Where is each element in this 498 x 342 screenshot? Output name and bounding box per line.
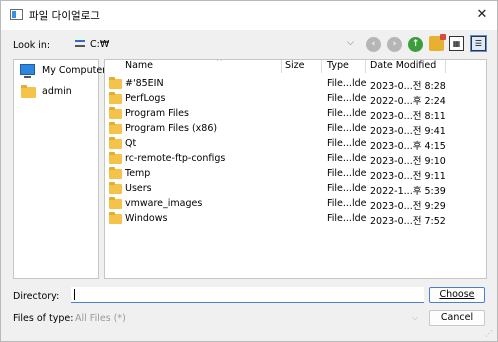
file-name: Temp	[125, 168, 151, 179]
file-dialog-window: 파일 다이얼로그 ✕ Look in: C:₩ ⌵ ‹ › ↑ ▦ ☰ My C…	[0, 0, 498, 342]
column-header-type[interactable]: Type	[327, 60, 349, 73]
file-list[interactable]: Name ^ Size Type Date Modified #'85EIN F…	[104, 59, 487, 279]
file-row[interactable]: Qt File...lder 2023-0...후 4:15	[105, 137, 486, 152]
list-view-button[interactable]: ▦	[449, 36, 464, 51]
folder-icon	[109, 152, 122, 164]
sidebar: My Computer admin	[13, 59, 106, 279]
chevron-down-icon[interactable]: ⌵	[347, 38, 354, 48]
file-type: File...lder	[327, 78, 367, 89]
files-of-type-label: Files of type:	[13, 313, 74, 324]
folder-icon	[109, 197, 122, 209]
cancel-button[interactable]: Cancel	[429, 310, 485, 326]
column-separator[interactable]	[445, 60, 446, 73]
directory-label: Directory:	[13, 291, 60, 302]
look-in-combobox[interactable]: C:₩	[71, 36, 359, 53]
column-separator[interactable]	[281, 60, 282, 73]
file-date: 2023-0...전 9:10	[370, 156, 446, 167]
folder-icon	[109, 137, 122, 149]
file-date: 2023-0...전 7:52	[370, 216, 446, 227]
file-type: File...lder	[327, 123, 367, 134]
file-type: File...lder	[327, 138, 367, 149]
file-name: rc-remote-ftp-configs	[125, 153, 226, 164]
file-type: File...lder	[327, 213, 367, 224]
files-of-type-combobox[interactable]: All Files (*) ⌵	[71, 310, 424, 326]
column-header-name[interactable]: Name	[125, 60, 153, 73]
file-date: 2022-0...후 2:24	[370, 96, 446, 107]
sidebar-item-label: My Computer	[42, 65, 107, 76]
folder-icon	[109, 107, 122, 119]
column-header-size[interactable]: Size	[285, 60, 305, 73]
file-row[interactable]: rc-remote-ftp-configs File...lder 2023-0…	[105, 152, 486, 167]
file-name: Windows	[125, 213, 168, 224]
files-of-type-value: All Files (*)	[75, 313, 126, 324]
file-row[interactable]: vmware_images File...lder 2023-0...전 9:2…	[105, 197, 486, 212]
folder-icon	[109, 212, 122, 224]
file-row[interactable]: PerfLogs File...lder 2022-0...후 2:24	[105, 92, 486, 107]
parent-directory-button[interactable]: ↑	[408, 37, 423, 52]
title-bar: 파일 다이얼로그 ✕	[1, 1, 497, 30]
file-name: Program Files (x86)	[125, 123, 218, 134]
column-separator[interactable]	[321, 60, 322, 73]
text-caret	[74, 289, 75, 300]
close-button[interactable]: ✕	[469, 2, 495, 28]
file-row[interactable]: Program Files File...lder 2023-0...전 8:1…	[105, 107, 486, 122]
chevron-down-icon: ⌵	[411, 313, 418, 322]
file-row[interactable]: Users File...lder 2022-1...후 5:39	[105, 182, 486, 197]
look-in-label: Look in:	[13, 40, 51, 51]
look-in-value: C:₩	[90, 39, 110, 50]
file-row[interactable]: Temp File...lder 2023-0...전 9:11	[105, 167, 486, 182]
sidebar-item-label: admin	[42, 86, 72, 97]
file-date: 2023-0...전 8:11	[370, 111, 446, 122]
folder-icon	[109, 182, 122, 194]
column-separator[interactable]	[365, 60, 366, 73]
file-date: 2023-0...전 9:11	[370, 171, 446, 182]
file-type: File...lder	[327, 183, 367, 194]
choose-button[interactable]: Choose	[429, 287, 485, 303]
column-header-date-modified[interactable]: Date Modified	[370, 60, 436, 73]
file-date: 2023-0...전 8:28	[370, 81, 446, 92]
folder-icon	[109, 167, 122, 179]
file-name: Qt	[125, 138, 137, 149]
file-name: #'85EIN	[125, 78, 164, 89]
sort-ascending-icon: ^	[216, 59, 223, 66]
file-type: File...lder	[327, 93, 367, 104]
file-date: 2023-0...전 9:41	[370, 126, 446, 137]
choose-button-label: Choose	[439, 289, 475, 300]
file-type: File...lder	[327, 168, 367, 179]
drive-icon	[75, 40, 85, 47]
folder-icon	[109, 77, 122, 89]
file-row[interactable]: Windows File...lder 2023-0...전 7:52	[105, 212, 486, 227]
file-date: 2023-0...후 4:15	[370, 141, 446, 152]
forward-button[interactable]: ›	[387, 37, 402, 52]
back-button[interactable]: ‹	[366, 37, 381, 52]
file-name: Users	[125, 183, 152, 194]
file-name: vmware_images	[125, 198, 203, 209]
folder-icon	[109, 92, 122, 104]
file-type: File...lder	[327, 198, 367, 209]
computer-icon	[20, 64, 35, 78]
file-row[interactable]: Program Files (x86) File...lder 2023-0..…	[105, 122, 486, 137]
window-icon	[10, 9, 23, 20]
file-name: PerfLogs	[125, 93, 166, 104]
new-folder-button[interactable]	[429, 34, 446, 51]
folder-icon	[21, 85, 36, 98]
file-date: 2022-1...후 5:39	[370, 186, 446, 197]
file-type: File...lder	[327, 153, 367, 164]
detail-view-button[interactable]: ☰	[470, 35, 487, 52]
folder-icon	[109, 122, 122, 134]
resize-grip-icon[interactable]: ⋰	[485, 329, 493, 338]
directory-input[interactable]	[71, 287, 424, 303]
window-title: 파일 다이얼로그	[29, 10, 100, 22]
file-type: File...lder	[327, 108, 367, 119]
file-row[interactable]: #'85EIN File...lder 2023-0...전 8:28	[105, 77, 486, 92]
file-name: Program Files	[125, 108, 189, 119]
file-date: 2023-0...전 9:29	[370, 201, 446, 212]
